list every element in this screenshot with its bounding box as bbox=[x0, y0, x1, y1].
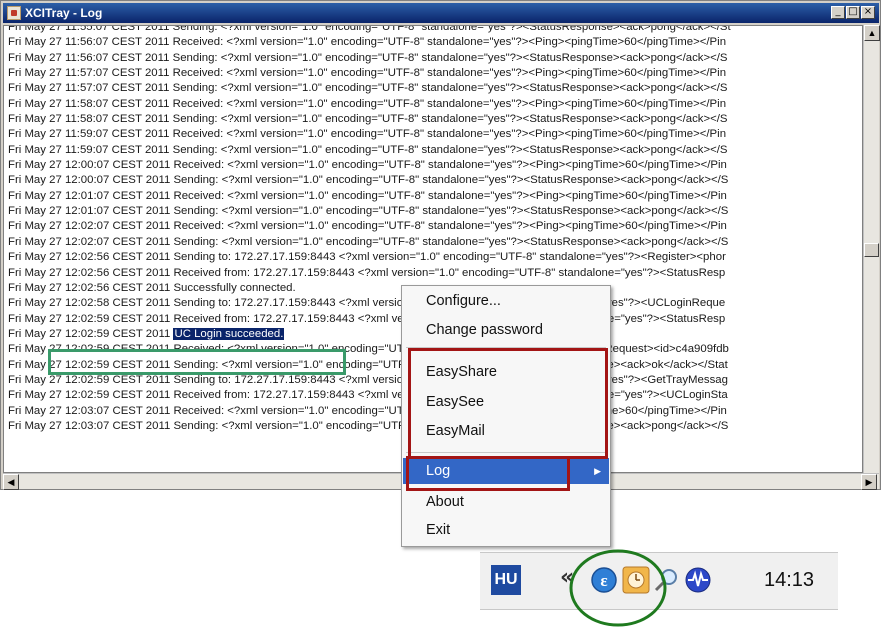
log-line: Fri May 27 12:02:58 CEST 2011 Sending to… bbox=[8, 297, 726, 310]
tray-context-menu: Configure... Change password EasyShare E… bbox=[401, 285, 611, 547]
log-line: Fri May 27 12:02:56 CEST 2011 Successful… bbox=[8, 281, 296, 294]
log-line: Fri May 27 11:59:07 CEST 2011 Sending: <… bbox=[8, 143, 728, 156]
log-line: Fri May 27 11:56:07 CEST 2011 Received: … bbox=[8, 36, 727, 49]
log-lines: Fri May 27 11:55:07 CEST 2011 Sending: <… bbox=[8, 25, 731, 434]
scroll-right-button[interactable]: ▶ bbox=[861, 474, 877, 490]
svg-text:ε: ε bbox=[600, 571, 607, 590]
menu-easysee[interactable]: EasySee bbox=[403, 389, 609, 415]
log-line: Fri May 27 11:57:07 CEST 2011 Sending: <… bbox=[8, 82, 728, 95]
log-line: Fri May 27 11:57:07 CEST 2011 Received: … bbox=[8, 67, 727, 80]
log-line: Fri May 27 11:59:07 CEST 2011 Received: … bbox=[8, 128, 727, 141]
log-line: Fri May 27 12:02:59 CEST 2011 Sending to… bbox=[8, 373, 728, 386]
log-line: Fri May 27 12:02:07 CEST 2011 Sending: <… bbox=[8, 235, 729, 248]
scroll-left-button[interactable]: ◀ bbox=[3, 474, 19, 490]
language-indicator[interactable]: HU bbox=[491, 565, 521, 595]
log-line: Fri May 27 12:02:07 CEST 2011 Received: … bbox=[8, 220, 727, 233]
vertical-scrollbar[interactable]: ▲ bbox=[863, 25, 880, 473]
submenu-arrow-icon: ▶ bbox=[594, 466, 601, 476]
menu-change-password[interactable]: Change password bbox=[403, 317, 609, 343]
easy-e-icon[interactable]: ε bbox=[590, 566, 618, 594]
log-line: Fri May 27 12:02:59 CEST 2011 Sending: <… bbox=[8, 358, 728, 371]
clock-icon[interactable] bbox=[622, 566, 650, 594]
log-line: Fri May 27 12:01:07 CEST 2011 Received: … bbox=[8, 189, 727, 202]
log-line: Fri May 27 11:56:07 CEST 2011 Sending: <… bbox=[8, 51, 728, 64]
network-icon[interactable] bbox=[684, 566, 712, 594]
log-line: Fri May 27 12:03:07 CEST 2011 Sending: <… bbox=[8, 419, 729, 432]
log-line: Fri May 27 12:02:56 CEST 2011 Received f… bbox=[8, 266, 726, 279]
menu-about[interactable]: About bbox=[403, 489, 609, 515]
chevron-left-icon[interactable]: « bbox=[560, 565, 574, 590]
menu-easyshare[interactable]: EasyShare bbox=[403, 359, 609, 385]
log-line: Fri May 27 12:01:07 CEST 2011 Sending: <… bbox=[8, 205, 729, 218]
vertical-scroll-thumb[interactable] bbox=[864, 243, 879, 257]
log-line: Fri May 27 11:55:07 CEST 2011 Sending: <… bbox=[8, 25, 731, 33]
log-line: Fri May 27 12:02:56 CEST 2011 Sending to… bbox=[8, 251, 726, 264]
menu-log-label: Log bbox=[426, 463, 451, 479]
log-line: Fri May 27 11:58:07 CEST 2011 Sending: <… bbox=[8, 113, 728, 126]
app-icon bbox=[7, 6, 21, 20]
menu-exit[interactable]: Exit bbox=[403, 517, 609, 543]
menu-separator bbox=[406, 452, 606, 453]
close-button[interactable]: × bbox=[861, 6, 875, 19]
window-title: XCITray - Log bbox=[25, 6, 103, 20]
magnifier-icon[interactable] bbox=[652, 566, 680, 594]
menu-separator bbox=[406, 347, 606, 348]
selected-log-text[interactable]: UC Login succeeded. bbox=[173, 327, 285, 340]
tray-clock: 14:13 bbox=[764, 569, 815, 591]
log-line: Fri May 27 12:02:59 CEST 2011 Received: … bbox=[8, 343, 729, 356]
log-line: Fri May 27 12:02:59 CEST 2011 Received f… bbox=[8, 312, 726, 325]
log-line: Fri May 27 12:00:07 CEST 2011 Sending: <… bbox=[8, 174, 729, 187]
maximize-button[interactable]: □ bbox=[846, 6, 860, 19]
log-line: Fri May 27 11:58:07 CEST 2011 Received: … bbox=[8, 97, 727, 110]
log-line: Fri May 27 12:03:07 CEST 2011 Received: … bbox=[8, 404, 727, 417]
menu-log[interactable]: Log ▶ bbox=[403, 458, 609, 484]
menu-easymail[interactable]: EasyMail bbox=[403, 418, 609, 444]
minimize-button[interactable]: _ bbox=[831, 6, 845, 19]
menu-configure[interactable]: Configure... bbox=[403, 288, 609, 314]
scroll-up-button[interactable]: ▲ bbox=[864, 25, 880, 41]
title-bar[interactable]: XCITray - Log _ □ × bbox=[3, 3, 879, 23]
log-line: Fri May 27 12:02:59 CEST 2011 Received f… bbox=[8, 389, 728, 402]
log-line: Fri May 27 12:00:07 CEST 2011 Received: … bbox=[8, 159, 727, 172]
log-line: Fri May 27 12:02:59 CEST 2011 UC Login s… bbox=[8, 327, 285, 340]
